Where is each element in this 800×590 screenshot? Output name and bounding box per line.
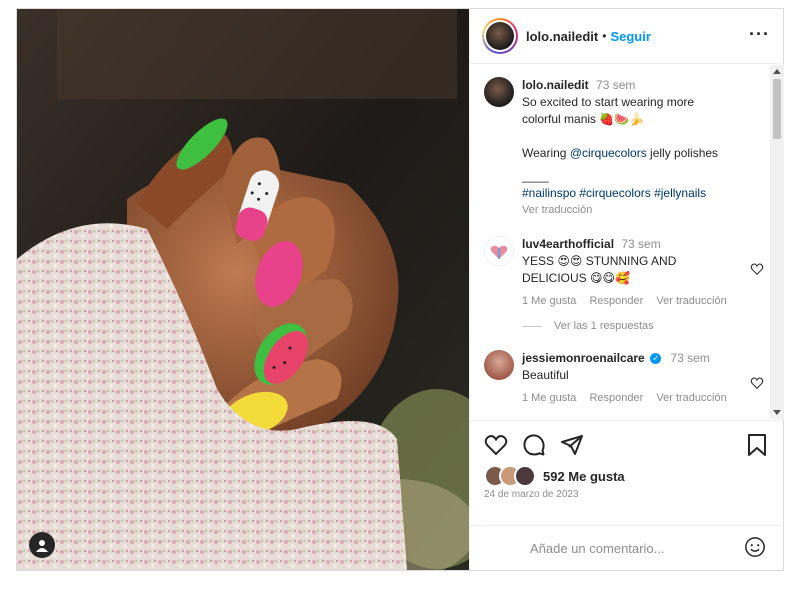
reply-button[interactable]: Responder: [589, 295, 643, 307]
instagram-post: lolo.nailedit • Seguir ··· lolo.nailedit…: [16, 8, 784, 571]
more-horizontal-icon[interactable]: ···: [749, 25, 770, 43]
heart-icon[interactable]: [484, 433, 508, 457]
send-icon[interactable]: [560, 433, 584, 457]
scrollbar-thumb[interactable]: [773, 79, 781, 139]
comments-scrollbar[interactable]: [770, 65, 784, 419]
heart-logo-icon: [490, 245, 508, 259]
comment-text: YESS 😍😍 STUNNING AND: [522, 254, 677, 268]
comment-icon[interactable]: [522, 433, 546, 457]
tagged-user-button[interactable]: [29, 532, 55, 558]
see-translation-link[interactable]: Ver traducción: [522, 202, 752, 219]
comment-likes-count[interactable]: 1 Me gusta: [522, 392, 576, 404]
avatar[interactable]: [484, 236, 514, 266]
see-translation-link[interactable]: Ver traducción: [656, 295, 726, 307]
comment-input[interactable]: [528, 540, 732, 557]
mention-link[interactable]: @cirquecolors: [570, 146, 647, 160]
comment-username[interactable]: jessiemonroenailcare: [522, 351, 645, 365]
comment-item: luv4earthofficial 73 sem YESS 😍😍 STUNNIN…: [484, 236, 764, 316]
hashtags-link[interactable]: #nailinspo #cirquecolors #jellynails: [522, 185, 752, 202]
scroll-down-icon[interactable]: [773, 410, 781, 415]
verified-badge-icon: ✓: [650, 353, 662, 365]
avatar[interactable]: [484, 350, 514, 380]
avatar[interactable]: [484, 77, 514, 107]
separator-dot: •: [602, 29, 607, 43]
post-actions: 592 Me gusta 24 de marzo de 2023: [470, 420, 784, 571]
nails-photo-illustration: [17, 9, 469, 570]
likes-count[interactable]: 592 Me gusta: [543, 469, 625, 484]
caption-text: jelly polishes: [646, 146, 719, 160]
story-ring[interactable]: [482, 18, 518, 54]
bookmark-icon[interactable]: [746, 433, 768, 457]
avatar: [486, 22, 514, 50]
follow-button[interactable]: Seguir: [610, 29, 650, 44]
comment-text: Beautiful: [522, 368, 569, 382]
see-translation-link[interactable]: Ver traducción: [656, 392, 726, 404]
add-comment-bar: [470, 525, 784, 571]
comment-likes-count[interactable]: 1 Me gusta: [522, 295, 576, 307]
view-replies-label: Ver las 1 respuestas: [554, 320, 654, 332]
comment-like-icon[interactable]: [750, 376, 764, 390]
caption-divider: ____: [522, 169, 549, 183]
comment-time[interactable]: 73 sem: [670, 351, 709, 365]
caption-text: Wearing: [522, 146, 570, 160]
header-username[interactable]: lolo.nailedit: [526, 29, 598, 44]
comment-like-icon[interactable]: [750, 262, 764, 276]
scroll-up-icon[interactable]: [773, 69, 781, 74]
comment-time[interactable]: 73 sem: [621, 237, 660, 251]
caption-line: colorful manis 🍓🍉🍌: [522, 112, 645, 126]
comment-meta: 1 Me gusta Responder Ver traducción: [522, 293, 752, 310]
liker-avatar: [514, 465, 536, 487]
likes-summary[interactable]: 592 Me gusta: [484, 465, 625, 487]
view-replies-button[interactable]: Ver las 1 respuestas: [522, 320, 654, 332]
post-header: lolo.nailedit • Seguir ···: [470, 9, 784, 64]
emoji-icon[interactable]: [744, 536, 766, 558]
post-side-panel: lolo.nailedit • Seguir ··· lolo.nailedit…: [469, 9, 784, 570]
caption-line: Wearing @cirquecolors jelly polishes: [522, 145, 752, 162]
comments-list[interactable]: lolo.nailedit 73 sem So excited to start…: [470, 65, 784, 419]
caption-username[interactable]: lolo.nailedit: [522, 78, 589, 92]
caption-time[interactable]: 73 sem: [596, 78, 635, 92]
user-icon: [36, 540, 48, 552]
comment-meta: 1 Me gusta Responder Ver traducción: [522, 390, 752, 407]
post-date[interactable]: 24 de marzo de 2023: [484, 489, 579, 500]
caption-line: So excited to start wearing more: [522, 95, 695, 109]
comment-item: jessiemonroenailcare ✓ 73 sem Beautiful …: [484, 350, 764, 410]
comment-username[interactable]: luv4earthofficial: [522, 237, 614, 251]
reply-button[interactable]: Responder: [589, 392, 643, 404]
comment-text: DELICIOUS 😋😋🥰: [522, 271, 630, 285]
post-photo[interactable]: [17, 9, 469, 570]
